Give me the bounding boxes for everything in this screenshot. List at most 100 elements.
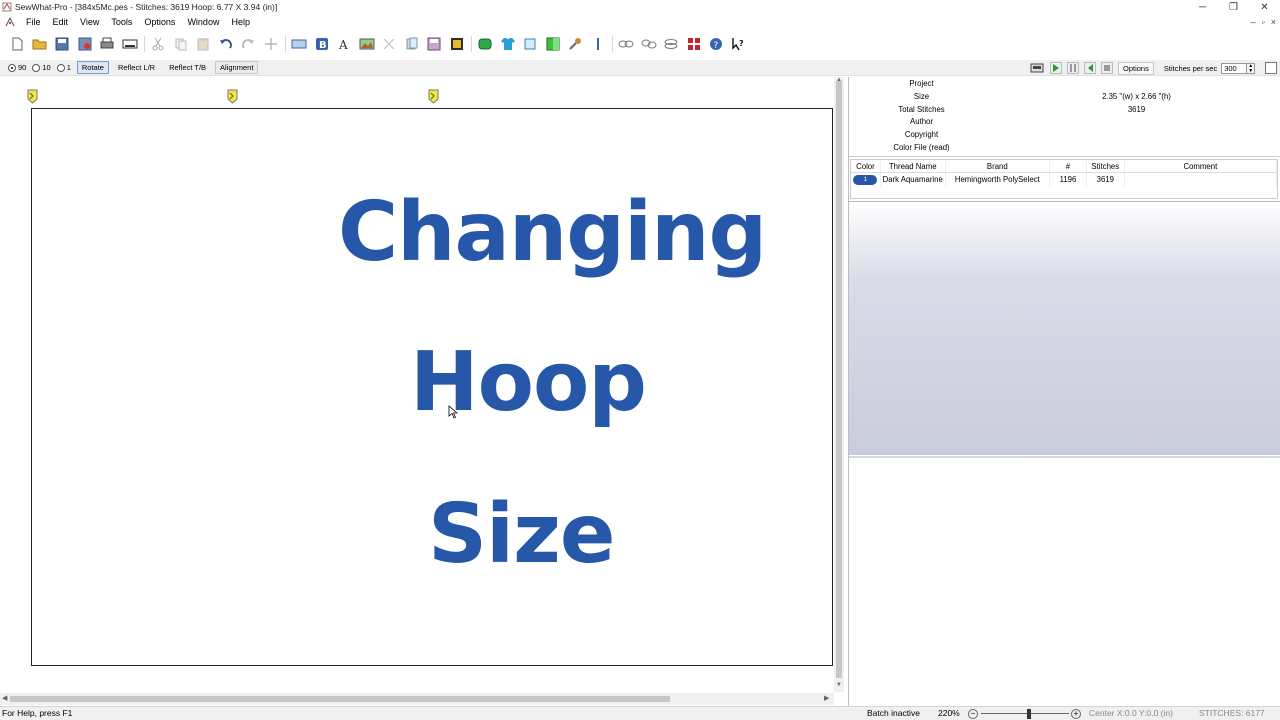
column-header-number[interactable]: # (1050, 160, 1087, 173)
embroidery-text-changing[interactable]: Changing (338, 185, 767, 280)
machine-icon[interactable] (1030, 62, 1044, 74)
rotate-10-radio[interactable]: 10 (32, 63, 51, 72)
tools-button[interactable] (566, 35, 584, 53)
zoom-out-icon[interactable]: − (968, 709, 978, 719)
bold-button[interactable]: B (313, 35, 331, 53)
zoom-slider-track[interactable] (981, 713, 1069, 714)
embroidery-text-hoop[interactable]: Hoop (410, 335, 647, 430)
doc-restore-button[interactable]: ▫ (1262, 17, 1265, 27)
pause-icon[interactable] (1067, 62, 1079, 74)
stitch-view-button[interactable] (290, 35, 308, 53)
hoop-marker-icon[interactable] (27, 89, 38, 104)
open-file-button[interactable] (31, 35, 49, 53)
menu-window[interactable]: Window (181, 14, 225, 30)
play-icon[interactable] (1050, 62, 1062, 74)
split-button[interactable] (380, 35, 398, 53)
resize-button[interactable] (521, 35, 539, 53)
color-button[interactable] (544, 35, 562, 53)
copy-button[interactable] (172, 35, 190, 53)
stop-icon[interactable] (1101, 62, 1113, 74)
save-button[interactable] (53, 35, 71, 53)
ungroup-icon (641, 39, 656, 49)
menu-edit[interactable]: Edit (47, 14, 75, 30)
cut-button[interactable] (149, 35, 167, 53)
hoop-marker-icon[interactable] (227, 89, 238, 104)
property-value[interactable] (994, 77, 1279, 90)
property-value[interactable] (994, 115, 1279, 128)
rotate-1-radio[interactable]: 1 (56, 63, 71, 72)
step-back-icon[interactable] (1084, 62, 1096, 74)
stitches-per-sec-spinner[interactable]: ▲ ▼ (1247, 62, 1256, 74)
property-key: Size (913, 92, 930, 101)
reflect-tb-button[interactable]: Reflect T/B (164, 61, 211, 74)
garment-button[interactable] (499, 35, 517, 53)
restore-button[interactable]: ❐ (1218, 0, 1249, 14)
scroll-down-icon[interactable]: ▼ (834, 682, 844, 688)
column-header-brand[interactable]: Brand (945, 160, 1051, 173)
menu-tools[interactable]: Tools (105, 14, 138, 30)
write-card-button[interactable] (121, 35, 139, 53)
hoop-marker-icon[interactable] (428, 89, 439, 104)
menu-file[interactable]: File (20, 14, 47, 30)
grid-button[interactable] (685, 35, 703, 53)
color-box[interactable] (1265, 62, 1278, 74)
column-header-comment[interactable]: Comment (1124, 160, 1277, 173)
undo-button[interactable] (217, 35, 235, 53)
ungroup-button[interactable] (640, 35, 658, 53)
print-button[interactable] (98, 35, 116, 53)
thread-color-swatch[interactable]: 1 (853, 174, 878, 185)
redo-button[interactable] (239, 35, 257, 53)
context-help-button[interactable]: ? (730, 35, 748, 53)
zoom-slider-knob[interactable] (1027, 709, 1032, 719)
alignment-button[interactable]: Alignment (215, 61, 259, 74)
paste-button[interactable] (194, 35, 212, 53)
document-icon[interactable] (4, 16, 16, 28)
stitches-per-sec-input[interactable]: 300 (1221, 62, 1248, 74)
needle-button[interactable] (589, 35, 607, 53)
image-button[interactable] (358, 35, 376, 53)
doc-close-button[interactable]: × (1271, 17, 1276, 27)
close-button[interactable]: ✕ (1249, 0, 1280, 14)
rotate-button[interactable]: Rotate (76, 61, 109, 74)
thread-color-swatch-cell[interactable]: 1 (851, 173, 881, 186)
rotate-90-radio[interactable]: 90 (8, 63, 26, 72)
new-file-button[interactable] (8, 35, 26, 53)
embroidery-text-size[interactable]: Size (428, 487, 616, 582)
group-button[interactable] (617, 35, 635, 53)
hoop-button[interactable] (476, 35, 494, 53)
menu-options[interactable]: Options (138, 14, 181, 30)
table-row[interactable]: 1 Dark Aquamarine Hemingworth PolySelect… (851, 173, 1277, 186)
doc-minimize-button[interactable]: – (1251, 17, 1256, 27)
picture-icon (359, 38, 374, 50)
column-header-thread-name[interactable]: Thread Name (880, 160, 946, 173)
column-header-stitches[interactable]: Stitches (1086, 160, 1125, 173)
scroll-left-icon[interactable]: ◀ (2, 693, 7, 705)
column-header-color[interactable]: Color (851, 160, 881, 173)
save-design-button[interactable] (425, 35, 443, 53)
minimize-button[interactable]: ─ (1187, 0, 1218, 14)
vertical-scroll-thumb[interactable] (836, 81, 842, 678)
menu-help[interactable]: Help (225, 14, 256, 30)
horizontal-scrollbar[interactable]: ◀ ▶ (0, 693, 834, 705)
design-canvas[interactable]: Changing Hoop Size ▲ ▼ ◀ ▶ (0, 77, 845, 706)
reflect-lr-button[interactable]: Reflect L/R (113, 61, 160, 74)
vertical-scrollbar[interactable]: ▲ ▼ (834, 77, 844, 692)
zoom-slider[interactable]: − + (968, 709, 1081, 719)
text-button[interactable]: A (335, 35, 353, 53)
zoom-in-icon[interactable]: + (1071, 709, 1081, 719)
property-value[interactable]: 2.35 "(w) x 2.66 "(h) (994, 90, 1279, 103)
property-value[interactable] (994, 141, 1279, 154)
menu-view[interactable]: View (74, 14, 105, 30)
copy-design-button[interactable] (403, 35, 421, 53)
playback-options-button[interactable]: Options (1118, 61, 1154, 75)
property-value[interactable] (994, 128, 1279, 141)
scroll-right-icon[interactable]: ▶ (824, 693, 829, 705)
thread-comment-cell[interactable] (1125, 173, 1277, 186)
combine-button[interactable] (662, 35, 680, 53)
horizontal-scroll-thumb[interactable] (10, 696, 670, 702)
help-button[interactable]: ? (707, 35, 725, 53)
new-file-icon (12, 37, 23, 51)
save-as-button[interactable] (76, 35, 94, 53)
export-button[interactable] (448, 35, 466, 53)
move-button[interactable] (262, 35, 280, 53)
